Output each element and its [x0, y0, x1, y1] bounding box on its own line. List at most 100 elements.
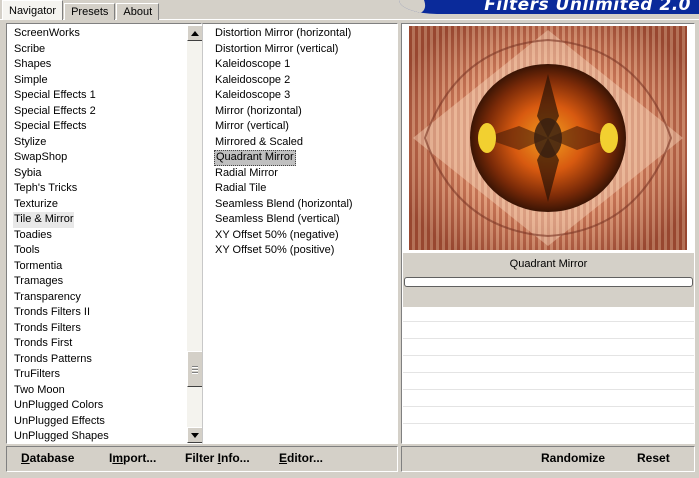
tab-bar: Navigator Presets About	[2, 0, 160, 20]
category-item[interactable]: Transparency	[13, 290, 110, 306]
filter-item[interactable]: Mirror (vertical)	[214, 119, 354, 135]
category-item[interactable]: SwapShop	[13, 150, 110, 166]
category-item[interactable]: Special Effects 2	[13, 104, 110, 120]
filter-item[interactable]: Distortion Mirror (horizontal)	[214, 26, 354, 42]
category-item-label: Toadies	[14, 228, 52, 241]
filter-item[interactable]: Mirror (horizontal)	[214, 104, 354, 120]
category-item[interactable]: Teph's Tricks	[13, 181, 110, 197]
scroll-thumb[interactable]	[187, 351, 203, 387]
category-item[interactable]: Tronds Filters	[13, 321, 110, 337]
filter-item-label: Mirrored & Scaled	[215, 135, 304, 148]
filter-item[interactable]: XY Offset 50% (negative)	[214, 228, 354, 244]
category-item-label: Stylize	[14, 135, 47, 148]
filter-item[interactable]: Seamless Blend (vertical)	[214, 212, 354, 228]
filter-item[interactable]: Mirrored & Scaled	[214, 135, 354, 151]
category-item[interactable]: Scribe	[13, 42, 110, 58]
scroll-down-button[interactable]	[187, 427, 203, 443]
category-item-label: Special Effects 2	[14, 104, 96, 117]
database-button[interactable]: Database	[21, 451, 74, 465]
category-item[interactable]: Tronds First	[13, 336, 110, 352]
category-item-label: Tronds Filters	[14, 321, 81, 334]
filter-item[interactable]: Radial Mirror	[214, 166, 354, 182]
progress-bar	[404, 277, 693, 287]
param-divider	[403, 423, 694, 424]
category-item-label: TruFilters	[14, 368, 61, 380]
category-item[interactable]: Texturize	[13, 197, 110, 213]
filter-item[interactable]: Radial Tile	[214, 181, 354, 197]
filter-item-label: XY Offset 50% (negative)	[215, 228, 339, 241]
tab-navigator[interactable]: Navigator	[2, 0, 64, 20]
filter-item-label: Kaleidoscope 1	[215, 58, 291, 70]
chevron-down-icon	[191, 432, 199, 438]
param-divider	[403, 355, 694, 356]
filter-item-label: Mirror (horizontal)	[215, 104, 302, 117]
param-divider	[403, 321, 694, 322]
filter-item[interactable]: Seamless Blend (horizontal)	[214, 197, 354, 213]
import-button[interactable]: Import...	[109, 451, 156, 465]
category-item[interactable]: Tile & Mirror	[13, 212, 110, 228]
bottom-toolbar-right: Randomize Reset	[401, 446, 695, 472]
filter-item-label: Kaleidoscope 3	[215, 89, 291, 101]
category-item-label: Two Moon	[14, 383, 65, 396]
randomize-button[interactable]: Randomize	[541, 451, 605, 465]
category-item-label: Transparency	[14, 290, 81, 303]
category-item-label: UnPlugged Colors	[14, 399, 104, 411]
category-item[interactable]: Stylize	[13, 135, 110, 151]
category-item[interactable]: TruFilters	[13, 367, 110, 383]
category-scrollbar[interactable]	[187, 25, 203, 443]
editor-label: ditor...	[287, 451, 324, 465]
filter-item-label: Kaleidoscope 2	[215, 73, 291, 86]
category-item[interactable]: Shapes	[13, 57, 110, 73]
grip-line	[192, 369, 198, 370]
filter-item[interactable]: Kaleidoscope 1	[214, 57, 354, 73]
category-item[interactable]: Tools	[13, 243, 110, 259]
category-item-label: Special Effects 1	[14, 89, 96, 101]
category-item-label: Texturize	[14, 197, 59, 210]
category-item[interactable]: Special Effects	[13, 119, 110, 135]
database-accel: D	[21, 451, 30, 465]
category-item-label: Scribe	[14, 42, 46, 55]
scroll-up-button[interactable]	[187, 25, 203, 41]
filter-info-button[interactable]: Filter Info...	[185, 451, 250, 465]
filter-item-label: Radial Mirror	[215, 166, 278, 179]
reset-button[interactable]: Reset	[637, 451, 670, 465]
progress-area	[403, 275, 694, 307]
param-divider	[403, 372, 694, 373]
category-item[interactable]: UnPlugged Colors	[13, 398, 110, 414]
category-item[interactable]: UnPlugged Effects	[13, 414, 110, 430]
category-item[interactable]: UnPlugged Shapes	[13, 429, 110, 445]
filter-item[interactable]: Kaleidoscope 2	[214, 73, 354, 89]
filter-item-label: XY Offset 50% (positive)	[215, 244, 335, 256]
category-item[interactable]: Special Effects 1	[13, 88, 110, 104]
editor-button[interactable]: Editor...	[279, 451, 323, 465]
category-list: ScreenWorks Scribe Shapes Simple Special Eff…	[13, 26, 110, 445]
filter-list-panel: Distortion Mirror (horizontal) Distortion…	[202, 23, 398, 444]
grip-line	[192, 366, 198, 367]
category-item[interactable]: Tormentia	[13, 259, 110, 275]
category-list-panel: ScreenWorks Scribe Shapes Simple Special Eff…	[6, 23, 203, 445]
category-item[interactable]: Sybia	[13, 166, 110, 182]
category-item[interactable]: ScreenWorks	[13, 26, 110, 42]
bottom-toolbar-left: Database Import... Filter Info... Editor…	[6, 446, 398, 472]
tab-about[interactable]: About	[116, 3, 160, 20]
preview-panel: Quadrant Mirror	[401, 23, 695, 444]
category-item[interactable]: Simple	[13, 73, 110, 89]
category-item[interactable]: Tronds Patterns	[13, 352, 110, 368]
tab-presets[interactable]: Presets	[64, 3, 116, 20]
category-item-label: Simple	[14, 73, 48, 86]
category-item[interactable]: Tramages	[13, 274, 110, 290]
filter-item[interactable]: XY Offset 50% (positive)	[214, 243, 354, 259]
grip-line	[192, 372, 198, 373]
category-item[interactable]: Toadies	[13, 228, 110, 244]
category-item-label: Tools	[14, 244, 40, 256]
category-item-label: Special Effects	[14, 120, 87, 132]
filter-item[interactable]: Kaleidoscope 3	[214, 88, 354, 104]
filter-item[interactable]: Quadrant Mirror	[214, 150, 354, 166]
category-item[interactable]: Two Moon	[13, 383, 110, 399]
filter-list: Distortion Mirror (horizontal) Distortion…	[214, 26, 354, 259]
filter-item-label: Seamless Blend (horizontal)	[215, 197, 353, 210]
category-item-label: UnPlugged Effects	[14, 414, 105, 427]
category-item[interactable]: Tronds Filters II	[13, 305, 110, 321]
editor-accel: E	[279, 451, 288, 465]
filter-item[interactable]: Distortion Mirror (vertical)	[214, 42, 354, 58]
